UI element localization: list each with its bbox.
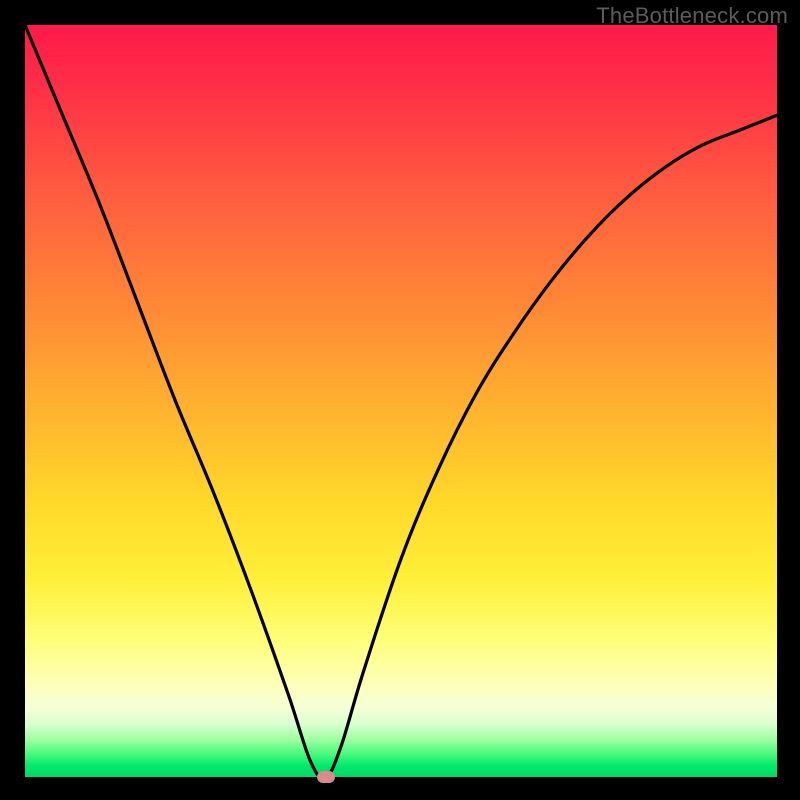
chart-frame: TheBottleneck.com bbox=[0, 0, 800, 800]
plot-area bbox=[25, 25, 777, 777]
curve-svg bbox=[25, 25, 777, 777]
watermark-text: TheBottleneck.com bbox=[596, 3, 788, 29]
bottleneck-curve bbox=[25, 25, 777, 778]
optimal-point-marker bbox=[317, 771, 335, 783]
